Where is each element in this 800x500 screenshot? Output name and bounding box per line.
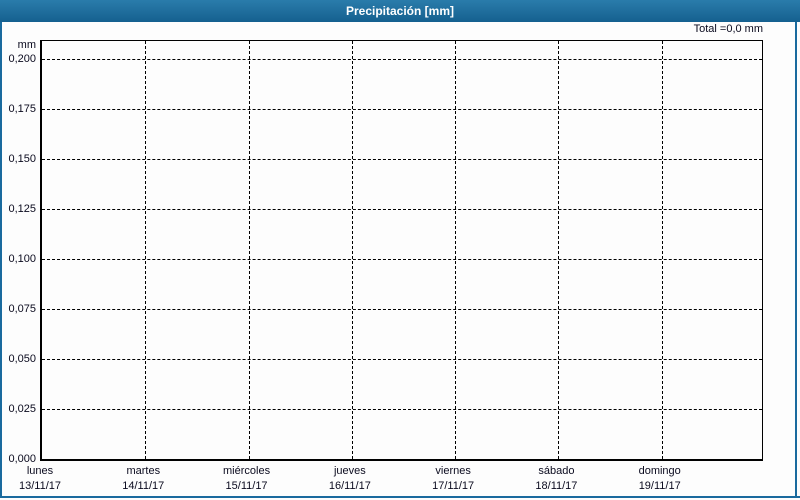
chart-window: Precipitación [mm] Total =0,0 mm mm 0,00…	[0, 0, 800, 500]
x-day-name: miércoles	[223, 465, 271, 477]
y-tick-label: 0,175	[8, 103, 36, 115]
h-gridline	[42, 59, 762, 60]
v-gridline	[145, 41, 147, 459]
frame-border-right	[795, 22, 797, 498]
x-day-name: martes	[126, 465, 161, 477]
h-gridline	[42, 159, 762, 160]
v-gridline	[661, 41, 663, 459]
x-day-date: 13/11/17	[18, 480, 61, 492]
x-day-label: lunes 13/11/17	[0, 464, 95, 494]
v-gridline	[351, 41, 353, 459]
total-label: Total =0,0 mm	[693, 23, 763, 35]
chart-title: Precipitación [mm]	[345, 4, 455, 18]
x-day-date: 15/11/17	[225, 480, 268, 492]
y-tick-label: 0,150	[8, 153, 36, 165]
h-gridline	[42, 109, 762, 110]
frame-border-left	[0, 22, 2, 498]
x-day-label: sábado 18/11/17	[501, 464, 611, 494]
x-day-date: 18/11/17	[535, 480, 578, 492]
x-day-date: 17/11/17	[432, 480, 475, 492]
y-axis-unit-label: mm	[17, 39, 36, 51]
x-day-date: 16/11/17	[328, 480, 371, 492]
x-day-label: jueves 16/11/17	[295, 464, 405, 494]
x-day-name: jueves	[333, 465, 366, 477]
x-day-date: 19/11/17	[638, 480, 681, 492]
h-gridline	[42, 309, 762, 310]
v-gridline	[558, 41, 560, 459]
x-day-name: sábado	[538, 465, 575, 477]
h-gridline	[42, 209, 762, 210]
h-gridline	[42, 359, 762, 360]
x-day-name: lunes	[26, 465, 54, 477]
frame-border-bottom	[0, 496, 800, 498]
x-day-label: miércoles 15/11/17	[192, 464, 302, 494]
y-tick-label: 0,075	[8, 303, 36, 315]
v-gridline	[455, 41, 457, 459]
h-gridline	[42, 409, 762, 410]
x-day-name: viernes	[435, 465, 471, 477]
h-gridline	[42, 259, 762, 260]
y-tick-label: 0,125	[8, 203, 36, 215]
y-tick-label: 0,100	[8, 253, 36, 265]
y-tick-label: 0,200	[8, 53, 36, 65]
y-tick-label: 0,025	[8, 403, 36, 415]
x-day-label: viernes 17/11/17	[398, 464, 508, 494]
x-day-label: martes 14/11/17	[88, 464, 198, 494]
x-day-label: domingo 19/11/17	[605, 464, 715, 494]
v-gridline	[248, 41, 250, 459]
x-day-name: domingo	[638, 465, 681, 477]
chart-title-bar: Precipitación [mm]	[0, 0, 800, 22]
plot-area	[40, 40, 763, 461]
y-tick-label: 0,050	[8, 353, 36, 365]
x-day-date: 14/11/17	[122, 480, 165, 492]
